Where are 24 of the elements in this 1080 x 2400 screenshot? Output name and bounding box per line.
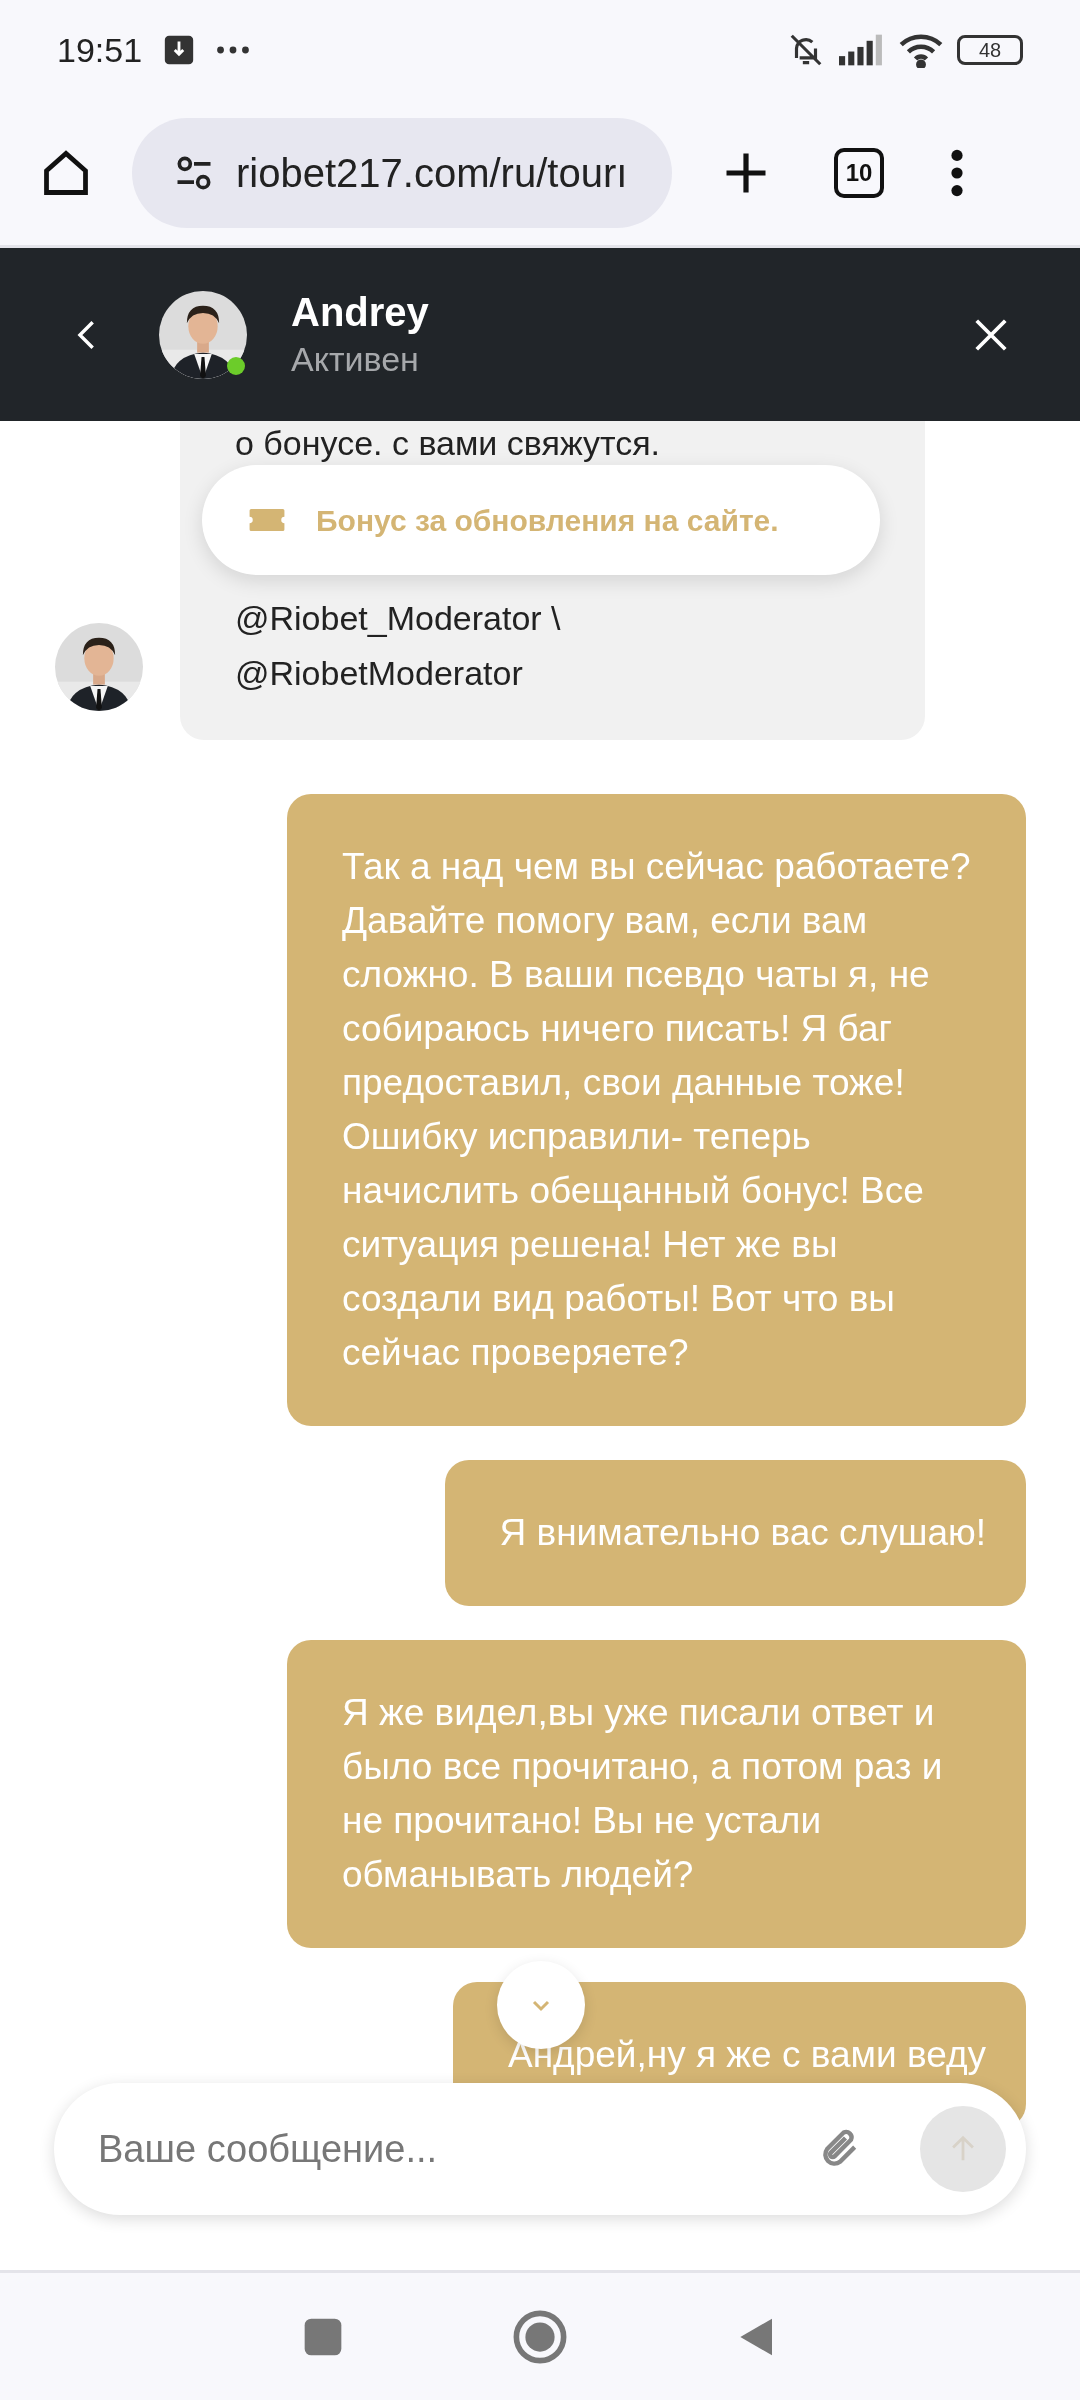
wifi-icon xyxy=(899,32,943,68)
menu-icon[interactable] xyxy=(950,148,964,197)
message-text: Я внимательно вас слушаю! xyxy=(499,1511,986,1555)
message-text: Так а над чем вы сейчас работаете? Давайте помогу вам, если вам сложно. В ваши псевдо чаты я, не собираюсь ничего писать! Я баг предоставил, свои данные тоже! Ошибку исправили- теперь начислить обещанный бонус! Все ситуация решена! Нет же вы создали вид работы! Вот что вы сейчас проверяете? xyxy=(342,845,972,1375)
status-time: 19:51 xyxy=(57,29,143,71)
battery-indicator: 48 xyxy=(957,35,1023,65)
toast-text: Бонус за обновления на сайте. xyxy=(316,502,779,539)
agent-name: Andrey xyxy=(291,288,429,336)
recents-icon[interactable] xyxy=(303,2316,343,2357)
tab-count-button[interactable]: 10 xyxy=(834,147,884,198)
message-input[interactable]: Ваше сообщение... xyxy=(54,2083,1026,2215)
message-text: @RiobetModerator xyxy=(235,653,524,694)
address-bar[interactable]: riobet217.com/ru/tourı xyxy=(132,117,672,228)
more-icon xyxy=(216,45,251,55)
url-text: riobet217.com/ru/tourı xyxy=(236,149,628,197)
message-text: @Riobet_Moderator \ xyxy=(235,598,562,639)
signal-icon xyxy=(839,34,885,66)
message-field[interactable]: Ваше сообщение... xyxy=(98,2120,818,2178)
message-text: Андрей,ну я же с вами веду xyxy=(507,2033,986,2077)
agent-status: Активен xyxy=(291,338,420,380)
ticket-icon xyxy=(248,507,286,533)
home-nav-icon[interactable] xyxy=(513,2309,567,2364)
message-text: о бонусе. с вами свяжутся. xyxy=(235,423,662,464)
message-text: Я же видел,вы уже писали ответ и было все прочитано, а потом раз и не прочитано! Вы не устали обманывать людей? xyxy=(342,1691,944,1897)
